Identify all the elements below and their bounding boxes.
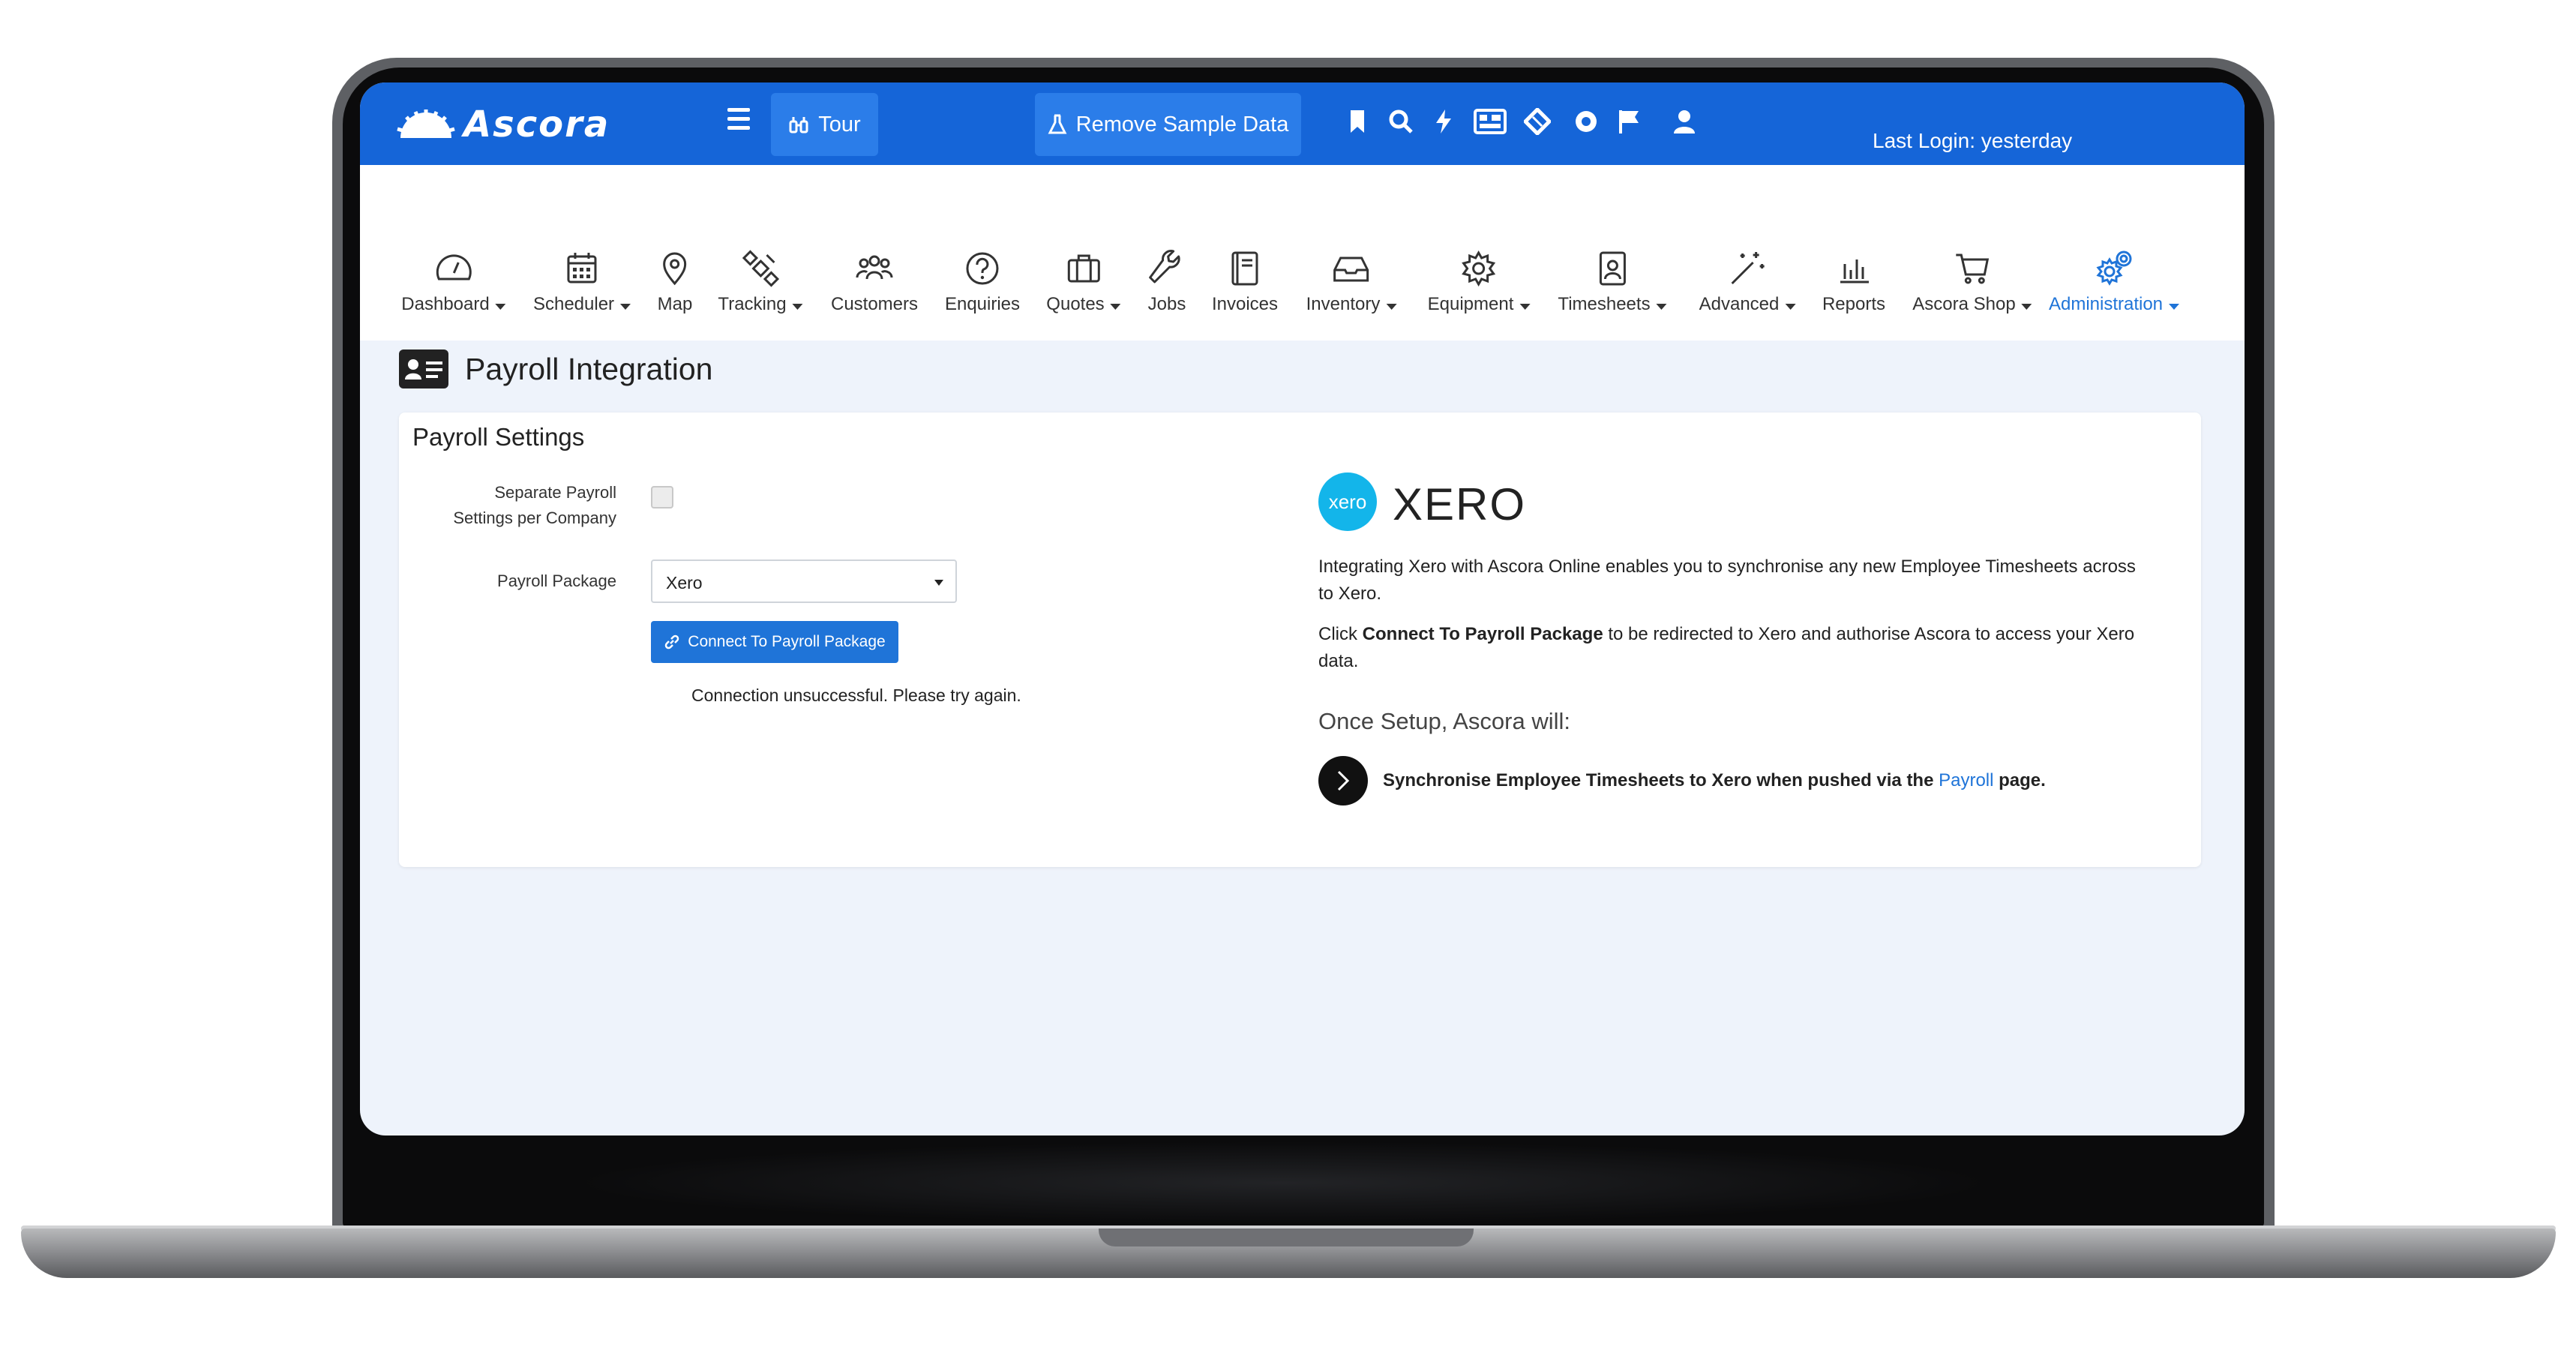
flag-icon[interactable] — [1616, 108, 1643, 135]
select-caret-icon — [934, 580, 943, 586]
chevron-right-icon — [1318, 756, 1368, 806]
payroll-package-select[interactable]: Xero — [651, 560, 957, 603]
calendar-icon — [562, 249, 601, 288]
page-title: Payroll Integration — [465, 351, 713, 386]
connect-label: Connect To Payroll Package — [688, 633, 886, 650]
nav-quotes[interactable]: Quotes — [1046, 254, 1121, 315]
tour-label: Tour — [818, 112, 861, 136]
top-bar: Ascora Tour Remove Sample Data Last Logi… — [360, 82, 2245, 165]
xero-click-instructions: Click Connect To Payroll Package to be r… — [1318, 624, 2135, 671]
nav-equipment[interactable]: Equipment — [1428, 250, 1531, 315]
hamburger-menu-icon[interactable] — [727, 108, 750, 130]
xero-heading: XERO — [1393, 479, 1527, 530]
nav-administration[interactable]: Administration — [2049, 250, 2180, 315]
page-header: Payroll Integration — [399, 350, 712, 388]
cart-icon — [1953, 249, 1992, 288]
nav-advanced[interactable]: Advanced — [1699, 252, 1796, 315]
nav-scheduler[interactable]: Scheduler — [533, 253, 631, 315]
setup-heading: Once Setup, Ascora will: — [1318, 708, 1570, 734]
separate-payroll-checkbox[interactable] — [651, 486, 673, 508]
sunrise-logo-icon — [397, 110, 455, 138]
tour-button[interactable]: Tour — [771, 93, 878, 156]
nav-invoices[interactable]: Invoices — [1212, 251, 1278, 315]
sync-feature-row: Synchronise Employee Timesheets to Xero … — [1318, 756, 2046, 806]
magic-wand-icon — [1728, 249, 1767, 288]
keyboard-reflection — [570, 1142, 1995, 1224]
gear-icon — [1459, 249, 1498, 288]
binoculars-icon — [789, 117, 808, 134]
xero-logo: xero — [1318, 472, 1377, 531]
map-pin-icon — [655, 249, 694, 288]
logo-text: Ascora — [463, 104, 610, 146]
dashboard-grid-icon[interactable] — [1474, 108, 1507, 135]
link-icon — [665, 634, 679, 650]
payroll-package-label: Payroll Package — [497, 572, 616, 590]
connect-payroll-button[interactable]: Connect To Payroll Package — [651, 621, 898, 663]
connection-status-message: Connection unsuccessful. Please try agai… — [691, 686, 1021, 705]
nav-reports[interactable]: Reports — [1822, 260, 1885, 315]
payroll-settings-card: Payroll Settings Separate Payroll Settin… — [399, 412, 2201, 867]
card-title: Payroll Settings — [412, 423, 585, 451]
ticket-icon[interactable] — [1524, 108, 1551, 135]
nav-timesheets[interactable]: Timesheets — [1558, 251, 1667, 315]
bar-chart-icon — [1834, 249, 1873, 288]
wrench-icon — [1147, 249, 1186, 288]
sync-feature-text: Synchronise Employee Timesheets to Xero … — [1383, 770, 2046, 790]
ascora-logo[interactable]: Ascora — [396, 104, 610, 146]
briefcase-icon — [1064, 249, 1103, 288]
main-nav: Dashboard Scheduler Map Tracking Custome… — [360, 165, 2245, 340]
nav-ascora-shop[interactable]: Ascora Shop — [1912, 254, 2032, 315]
inbox-icon — [1332, 249, 1371, 288]
nav-enquiries[interactable]: Enquiries — [945, 252, 1020, 315]
nav-customers[interactable]: Customers — [831, 255, 918, 315]
contact-card-icon — [1593, 249, 1632, 288]
separate-payroll-label: Separate Payroll Settings per Company — [453, 483, 616, 527]
nav-map[interactable]: Map — [658, 252, 692, 315]
nav-inventory[interactable]: Inventory — [1306, 256, 1397, 315]
gears-icon — [2095, 249, 2134, 288]
user-icon[interactable] — [1671, 108, 1698, 135]
nav-dashboard[interactable]: Dashboard — [401, 254, 506, 315]
laptop-notch — [1099, 1228, 1474, 1246]
flask-icon — [1048, 114, 1067, 134]
bolt-icon[interactable] — [1430, 108, 1457, 135]
question-icon — [963, 249, 1002, 288]
payroll-package-value: Xero — [666, 573, 703, 592]
satellite-icon — [741, 249, 780, 288]
nav-jobs[interactable]: Jobs — [1148, 250, 1186, 315]
gauge-icon — [434, 249, 473, 288]
id-card-icon — [399, 350, 448, 388]
book-icon — [1225, 249, 1264, 288]
last-login-text: Last Login: yesterday — [1873, 129, 2073, 152]
lifebuoy-icon[interactable] — [1573, 108, 1600, 135]
app-screen: Ascora Tour Remove Sample Data Last Logi… — [360, 82, 2245, 1136]
xero-intro: Integrating Xero with Ascora Online enab… — [1318, 556, 2136, 604]
remove-sample-label: Remove Sample Data — [1075, 112, 1289, 136]
people-icon — [855, 249, 894, 288]
bookmark-icon[interactable] — [1344, 108, 1371, 135]
remove-sample-data-button[interactable]: Remove Sample Data — [1035, 93, 1301, 156]
nav-tracking[interactable]: Tracking — [718, 250, 803, 315]
search-icon[interactable] — [1387, 108, 1414, 135]
payroll-link[interactable]: Payroll — [1939, 770, 1993, 790]
